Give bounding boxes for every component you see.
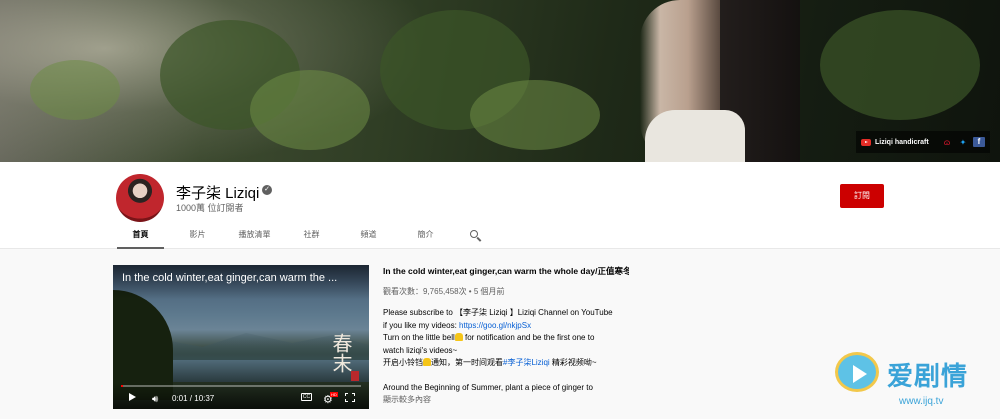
subscribe-link[interactable]: https://goo.gl/nkjpSx	[459, 321, 531, 330]
verified-badge-icon: ✓	[262, 185, 272, 195]
channel-tabs: 首頁 影片 播放清單 社群 頻道 簡介	[112, 228, 494, 249]
desc-line: Turn on the little bell for notification…	[383, 332, 633, 345]
channel-banner: Liziqi handicraft ɷ ✦ f	[0, 0, 1000, 162]
desc-line: Please subscribe to 【李子柒 Liziqi 】Liziqi …	[383, 308, 613, 317]
subscriber-count: 1000萬 位訂閱者	[176, 203, 244, 213]
watermark-brand: 爱剧情	[887, 361, 969, 391]
volume-icon[interactable]: 🔊︎	[152, 394, 158, 405]
desc-line: watch liziqi's videos~	[383, 345, 458, 355]
tab-community[interactable]: 社群	[283, 228, 340, 249]
desc-text: 通知，第一时间观看	[431, 358, 503, 367]
description-body: Please subscribe to 【李子柒 Liziqi 】Liziqi …	[383, 307, 633, 407]
desc-line: 开启小铃铛 通知，第一时间观看#李子柒Liziqi 精彩视频呦~	[383, 357, 633, 370]
twitter-icon[interactable]: ✦	[957, 138, 969, 147]
desc-text: if you like my videos:	[383, 320, 460, 330]
player-controls: 🔊︎ 0:01 / 10:37 CC ⚙ HD	[113, 383, 369, 409]
banner-links: Liziqi handicraft ɷ ✦ f	[856, 131, 990, 153]
tab-videos[interactable]: 影片	[169, 228, 226, 249]
video-calligraphy: 春末	[329, 333, 353, 373]
bell-icon	[423, 358, 431, 366]
show-more-link[interactable]: 顯示較多內容	[383, 394, 633, 407]
tab-channels[interactable]: 頻道	[340, 228, 397, 249]
fullscreen-icon[interactable]	[345, 393, 355, 402]
settings-gear-icon[interactable]: ⚙ HD	[323, 392, 338, 406]
progress-bar[interactable]	[121, 385, 361, 387]
subscribe-button[interactable]: 訂閱	[840, 184, 884, 208]
tab-about[interactable]: 簡介	[397, 228, 454, 249]
featured-video-player[interactable]: 春末 In the cold winter,eat ginger,can war…	[113, 265, 369, 409]
hd-badge-icon: HD	[330, 392, 338, 397]
channel-name: 李子柒 Liziqi	[176, 185, 260, 202]
search-icon	[470, 230, 478, 238]
weibo-icon[interactable]: ɷ	[941, 138, 953, 147]
desc-text: 开启小铃铛	[383, 358, 423, 367]
banner-foliage	[250, 70, 370, 150]
youtube-icon[interactable]	[861, 138, 871, 146]
play-icon[interactable]	[129, 393, 136, 401]
time-display: 0:01 / 10:37	[172, 394, 215, 403]
banner-foliage	[470, 80, 600, 150]
tv-logo-icon	[835, 352, 879, 392]
banner-foliage	[30, 60, 120, 120]
channel-search-button[interactable]	[454, 228, 494, 249]
bell-icon	[454, 333, 463, 341]
player-title[interactable]: In the cold winter,eat ginger,can warm t…	[113, 265, 369, 299]
video-description: In the cold winter,eat ginger,can warm t…	[383, 265, 633, 407]
desc-text: Turn on the little bell	[383, 333, 455, 342]
tab-home[interactable]: 首頁	[112, 228, 169, 249]
watermark-url: www.ijq.tv	[899, 396, 944, 407]
banner-person-robe	[645, 110, 745, 162]
desc-line: Around the Beginning of Summer, plant a …	[383, 382, 593, 392]
site-watermark: 爱剧情 www.ijq.tv	[835, 346, 995, 414]
progress-fill	[121, 385, 124, 387]
desc-text: 精彩视频呦~	[549, 358, 597, 367]
video-meta: 觀看次數：9,765,458次 • 5 個月前	[383, 286, 505, 296]
facebook-icon[interactable]: f	[973, 137, 985, 147]
channel-header: 李子柒 Liziqi ✓ 1000萬 位訂閱者 訂閱 首頁 影片 播放清單 社群…	[0, 162, 1000, 249]
tab-playlists[interactable]: 播放清單	[226, 228, 283, 249]
banner-foliage	[820, 10, 980, 120]
captions-icon[interactable]: CC	[301, 393, 312, 401]
hashtag-link[interactable]: #李子柒Liziqi	[503, 358, 550, 367]
video-title[interactable]: In the cold winter,eat ginger,can warm t…	[383, 265, 629, 278]
video-seal	[351, 371, 359, 381]
avatar[interactable]	[116, 174, 164, 222]
desc-line: if you like my videos: https://goo.gl/nk…	[383, 320, 633, 333]
banner-link-label[interactable]: Liziqi handicraft	[875, 139, 937, 146]
desc-text: for notification and be the first one to	[462, 333, 595, 342]
